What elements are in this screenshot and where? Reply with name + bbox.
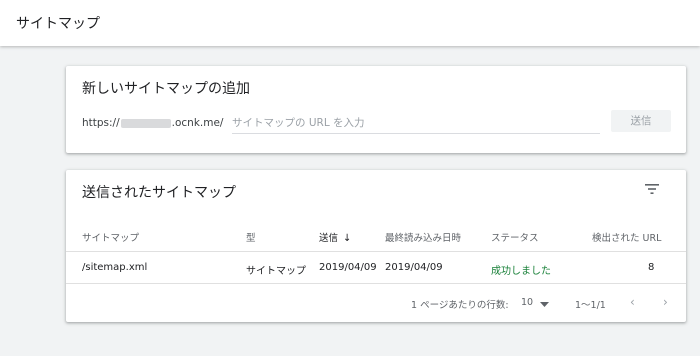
column-type[interactable]: 型: [246, 230, 256, 244]
column-submitted[interactable]: 送信 ↓: [319, 230, 351, 244]
chevron-down-icon[interactable]: [540, 302, 549, 308]
submitted-sitemaps-card: 送信されたサイトマップ サイトマップ 型 送信 ↓ 最終読み込み日時 ステータス …: [66, 170, 686, 322]
rows-per-page-label: 1 ページあたりの行数:: [411, 300, 509, 311]
table-header: サイトマップ 型 送信 ↓ 最終読み込み日時 ステータス 検出された URL: [66, 226, 686, 250]
submit-button[interactable]: 送信: [611, 110, 671, 132]
add-sitemap-title: 新しいサイトマップの追加: [82, 81, 250, 97]
column-submitted-label: 送信: [319, 233, 339, 244]
cell-status: 成功しました: [491, 266, 551, 277]
row-divider: [66, 283, 686, 284]
top-app-bar: サイトマップ: [0, 0, 700, 46]
table-row[interactable]: /sitemap.xml サイトマップ 2019/04/09 2019/04/0…: [66, 262, 686, 282]
header-divider: [66, 251, 686, 252]
prev-page-icon[interactable]: ‹: [630, 295, 635, 309]
page-range: 1〜1/1: [575, 300, 606, 311]
page-title: サイトマップ: [16, 16, 100, 32]
column-last-read[interactable]: 最終読み込み日時: [385, 230, 461, 244]
filter-icon[interactable]: [644, 182, 660, 196]
submitted-sitemaps-title: 送信されたサイトマップ: [82, 185, 236, 201]
url-prefix-row: https:// .ocnk.me/: [82, 117, 223, 129]
rows-per-page-select[interactable]: 10: [521, 297, 533, 308]
next-page-icon[interactable]: ›: [663, 295, 668, 309]
column-status[interactable]: ステータス: [491, 230, 539, 244]
add-sitemap-card: 新しいサイトマップの追加 https:// .ocnk.me/ 送信: [66, 66, 686, 153]
cell-type: サイトマップ: [246, 266, 306, 277]
sort-arrow-down-icon: ↓: [343, 233, 352, 244]
cell-discovered-urls: 8: [648, 262, 655, 273]
column-sitemap[interactable]: サイトマップ: [82, 230, 139, 244]
cell-submitted: 2019/04/09: [319, 262, 377, 273]
redacted-domain: [120, 118, 171, 128]
url-suffix: .ocnk.me/: [171, 117, 224, 129]
column-discovered-urls[interactable]: 検出された URL: [592, 230, 661, 244]
cell-sitemap: /sitemap.xml: [82, 262, 148, 273]
sitemap-url-input[interactable]: [232, 115, 600, 134]
pagination: 1 ページあたりの行数: 10 1〜1/1 ‹ ›: [66, 294, 686, 314]
cell-last-read: 2019/04/09: [385, 262, 443, 273]
url-prefix: https://: [82, 117, 120, 129]
